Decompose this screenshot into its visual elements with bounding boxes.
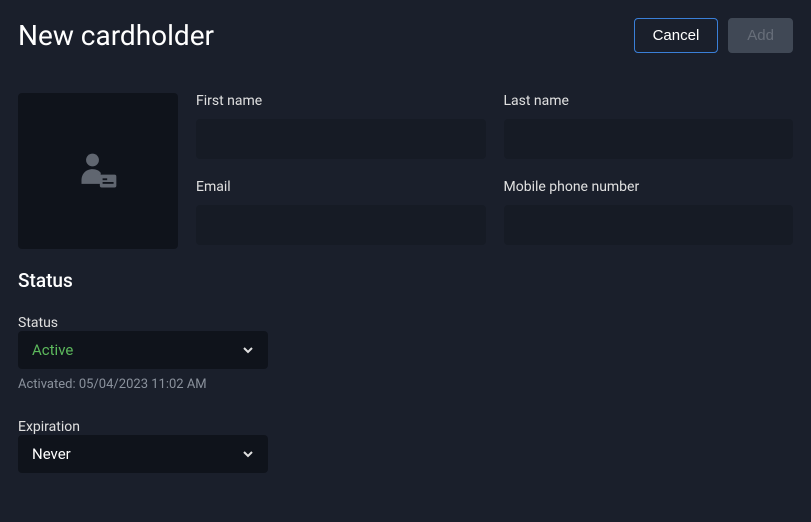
mobile-label: Mobile phone number	[504, 179, 794, 195]
mobile-field-group: Mobile phone number	[504, 179, 794, 249]
first-name-input[interactable]	[196, 119, 486, 159]
expiration-label: Expiration	[18, 419, 80, 435]
last-name-label: Last name	[504, 93, 794, 109]
photo-upload-area[interactable]	[18, 93, 178, 249]
chevron-down-icon	[242, 344, 254, 356]
status-section-title: Status	[18, 269, 793, 292]
expiration-select-value: Never	[32, 445, 71, 463]
expiration-select[interactable]: Never	[18, 435, 268, 473]
person-badge-icon	[76, 149, 120, 193]
first-name-field-group: First name	[196, 93, 486, 163]
chevron-down-icon	[242, 448, 254, 460]
first-name-label: First name	[196, 93, 486, 109]
status-label: Status	[18, 315, 58, 331]
email-label: Email	[196, 179, 486, 195]
activated-timestamp: Activated: 05/04/2023 11:02 AM	[18, 377, 268, 392]
page-title: New cardholder	[18, 19, 214, 52]
last-name-field-group: Last name	[504, 93, 794, 163]
cancel-button[interactable]: Cancel	[634, 18, 719, 53]
add-button[interactable]: Add	[728, 18, 793, 53]
status-select[interactable]: Active	[18, 331, 268, 369]
status-select-value: Active	[32, 341, 73, 359]
email-field-group: Email	[196, 179, 486, 249]
last-name-input[interactable]	[504, 119, 794, 159]
email-input[interactable]	[196, 205, 486, 245]
header-actions: Cancel Add	[634, 18, 793, 53]
mobile-input[interactable]	[504, 205, 794, 245]
